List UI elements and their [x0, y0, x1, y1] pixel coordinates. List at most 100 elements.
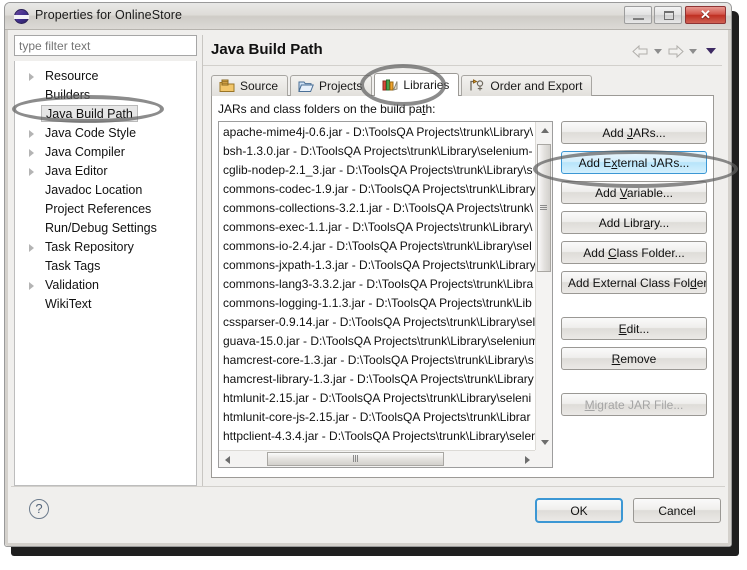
settings-tree[interactable]: ResourceBuildersJava Build Path Java Code… — [14, 61, 197, 486]
sidebar-item-task-repository[interactable]: Task Repository — [15, 238, 196, 257]
jar-list-item[interactable]: commons-jxpath-1.3.jar - D:\ToolsQA Proj… — [219, 256, 535, 275]
add-library-button[interactable]: Add Library... — [561, 211, 707, 234]
edit-button[interactable]: Edit... — [561, 317, 707, 340]
jar-list-item[interactable]: apache-mime4j-0.6.jar - D:\ToolsQA Proje… — [219, 123, 535, 142]
button-label-mnemonic: M — [585, 398, 595, 412]
sidebar-item-task-tags[interactable]: Task Tags — [15, 257, 196, 276]
sidebar-item-label: Java Code Style — [45, 126, 136, 140]
button-label-pre: Add Libr — [599, 216, 644, 230]
cancel-button[interactable]: Cancel — [633, 498, 721, 523]
scroll-right-button[interactable] — [518, 451, 535, 468]
libraries-books-icon — [382, 78, 398, 92]
jar-list-item[interactable]: commons-exec-1.1.jar - D:\ToolsQA Projec… — [219, 218, 535, 237]
sidebar-item-javadoc-location[interactable]: Javadoc Location — [15, 181, 196, 200]
forward-dropdown-chevron-down-icon[interactable] — [689, 49, 697, 54]
expand-triangle-icon[interactable] — [29, 130, 34, 138]
sidebar-item-label: Validation — [45, 278, 99, 292]
jar-list-item[interactable]: htmlunit-core-js-2.15.jar - D:\ToolsQA P… — [219, 408, 535, 427]
source-folder-icon — [219, 79, 235, 93]
expand-triangle-icon[interactable] — [29, 282, 34, 290]
close-icon: ✕ — [686, 7, 725, 23]
view-menu-chevron-down-icon[interactable] — [706, 48, 716, 54]
sidebar-item-builders[interactable]: Builders — [15, 86, 196, 105]
sidebar-item-resource[interactable]: Resource — [15, 67, 196, 86]
tab-projects[interactable]: Projects — [290, 75, 372, 96]
horizontal-scrollbar-thumb[interactable] — [267, 452, 444, 466]
add-external-jars-button[interactable]: Add External JARs... — [561, 151, 707, 174]
scroll-down-button[interactable] — [536, 433, 553, 450]
sidebar-item-java-build-path[interactable]: Java Build Path — [15, 105, 196, 124]
back-dropdown-chevron-down-icon[interactable] — [654, 49, 662, 54]
jar-list-item[interactable]: guava-15.0.jar - D:\ToolsQA Projects\tru… — [219, 332, 535, 351]
back-arrow-icon[interactable] — [632, 45, 649, 58]
jar-list-item[interactable]: cglib-nodep-2.1_3.jar - D:\ToolsQA Proje… — [219, 161, 535, 180]
title-bar: Properties for OnlineStore ✕ — [5, 3, 731, 30]
button-label-post: ariable... — [627, 186, 673, 200]
jar-list-item[interactable]: bsh-1.3.0.jar - D:\ToolsQA Projects\trun… — [219, 142, 535, 161]
forward-arrow-icon[interactable] — [667, 45, 684, 58]
tab-libraries[interactable]: Libraries — [374, 73, 459, 96]
sidebar-item-label: Task Tags — [45, 259, 100, 273]
add-external-class-folder-button[interactable]: Add External Class Folder... — [561, 271, 707, 294]
jar-list-item[interactable]: commons-codec-1.9.jar - D:\ToolsQA Proje… — [219, 180, 535, 199]
jar-list-item[interactable]: htmlunit-2.15.jar - D:\ToolsQA Projects\… — [219, 389, 535, 408]
add-class-folder-button[interactable]: Add Class Folder... — [561, 241, 707, 264]
window-title: Properties for OnlineStore — [35, 8, 182, 22]
close-button[interactable]: ✕ — [685, 6, 726, 24]
sidebar-item-label: Java Editor — [45, 164, 108, 178]
tab-bar: Source ProjectsLibrariesOrder and Export — [211, 73, 594, 96]
sidebar-item-wikitext[interactable]: WikiText — [15, 295, 196, 314]
button-label-pre: Add E — [579, 156, 612, 170]
sidebar-item-project-references[interactable]: Project References — [15, 200, 196, 219]
navigation-arrows — [632, 43, 716, 59]
button-label-mnemonic: R — [612, 352, 621, 366]
jar-list-item[interactable]: commons-io-2.4.jar - D:\ToolsQA Projects… — [219, 237, 535, 256]
filter-input[interactable] — [14, 35, 197, 56]
expand-triangle-icon[interactable] — [29, 149, 34, 157]
button-label-post: ARs... — [633, 126, 666, 140]
button-label-pre: Add External Class Fol — [568, 276, 690, 290]
sidebar-item-java-code-style[interactable]: Java Code Style — [15, 124, 196, 143]
jar-list-item[interactable]: commons-logging-1.1.3.jar - D:\ToolsQA P… — [219, 294, 535, 313]
ok-button[interactable]: OK — [535, 498, 623, 523]
tab-label: Source — [240, 79, 278, 93]
expand-triangle-icon[interactable] — [29, 244, 34, 252]
jar-list-item[interactable]: hamcrest-library-1.3.jar - D:\ToolsQA Pr… — [219, 370, 535, 389]
horizontal-scrollbar[interactable] — [219, 450, 535, 467]
sidebar-item-java-editor[interactable]: Java Editor — [15, 162, 196, 181]
content-pane: Java Build Path SourceProjectsL — [202, 35, 722, 486]
jar-list-item[interactable]: hamcrest-core-1.3.jar - D:\ToolsQA Proje… — [219, 351, 535, 370]
add-jars-button[interactable]: Add JARs... — [561, 121, 707, 144]
jar-list-rows[interactable]: apache-mime4j-0.6.jar - D:\ToolsQA Proje… — [219, 122, 535, 450]
jar-list-item[interactable]: httpclient-4.3.4.jar - D:\ToolsQA Projec… — [219, 427, 535, 446]
tab-source[interactable]: Source — [211, 75, 288, 96]
jar-list[interactable]: apache-mime4j-0.6.jar - D:\ToolsQA Proje… — [218, 121, 553, 468]
scroll-up-button[interactable] — [536, 122, 553, 139]
dialog-body: ResourceBuildersJava Build Path Java Code… — [8, 30, 728, 543]
arrow-down-icon — [541, 440, 549, 445]
button-label-post: dit... — [627, 322, 650, 336]
expand-triangle-icon[interactable] — [29, 168, 34, 176]
add-variable-button[interactable]: Add Variable... — [561, 181, 707, 204]
sidebar-item-java-compiler[interactable]: Java Compiler — [15, 143, 196, 162]
expand-triangle-icon[interactable] — [29, 73, 34, 81]
sidebar: ResourceBuildersJava Build Path Java Code… — [14, 35, 197, 486]
jar-list-item[interactable]: cssparser-0.9.14.jar - D:\ToolsQA Projec… — [219, 313, 535, 332]
jar-list-item[interactable]: commons-lang3-3.3.2.jar - D:\ToolsQA Pro… — [219, 275, 535, 294]
help-question-icon[interactable]: ? — [29, 499, 49, 519]
library-action-buttons: Add JARs... Add External JARs... Add Varia… — [561, 121, 707, 468]
sidebar-item-label: WikiText — [45, 297, 92, 311]
button-label-post: lass Folder... — [617, 246, 685, 260]
vertical-scrollbar[interactable] — [535, 122, 552, 450]
maximize-button[interactable] — [654, 6, 682, 24]
remove-button[interactable]: Remove — [561, 347, 707, 370]
scroll-left-button[interactable] — [219, 451, 236, 468]
button-label-mnemonic: E — [619, 322, 627, 336]
sidebar-item-validation[interactable]: Validation — [15, 276, 196, 295]
list-caption-post: h: — [425, 102, 435, 116]
jar-list-item[interactable]: commons-collections-3.2.1.jar - D:\Tools… — [219, 199, 535, 218]
minimize-button[interactable] — [624, 6, 652, 24]
vertical-scrollbar-thumb[interactable] — [537, 144, 551, 272]
tab-order-and-export[interactable]: Order and Export — [461, 75, 592, 96]
sidebar-item-run-debug-settings[interactable]: Run/Debug Settings — [15, 219, 196, 238]
